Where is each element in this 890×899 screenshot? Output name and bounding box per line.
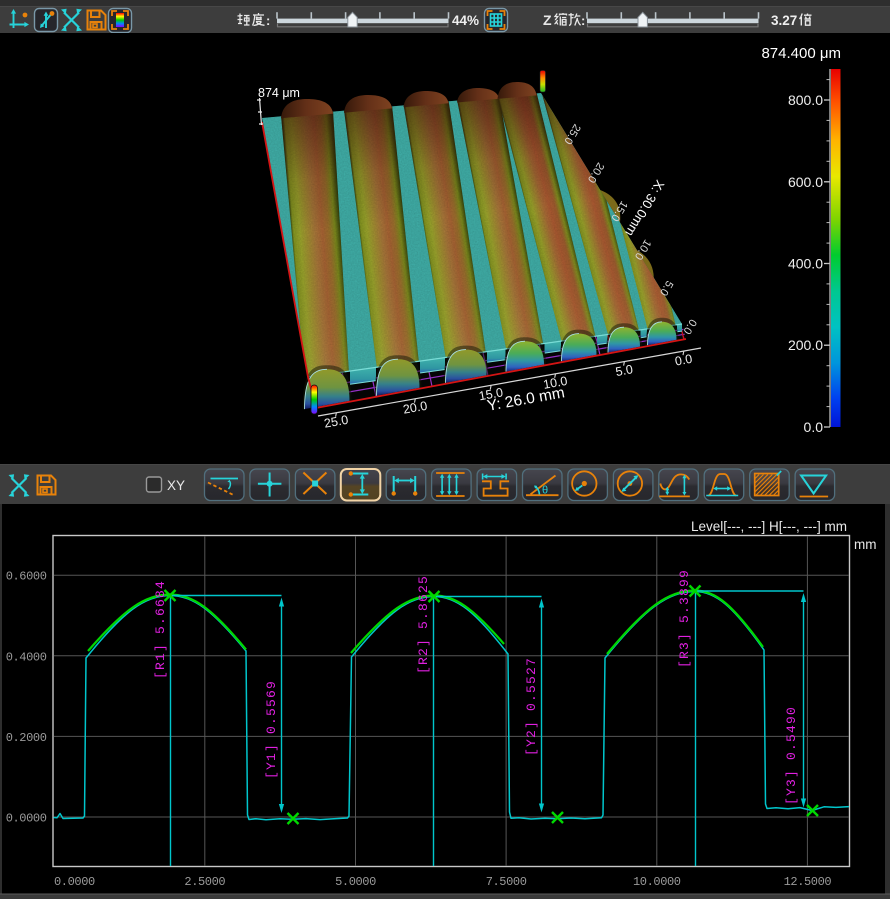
svg-text:0.0: 0.0 bbox=[804, 419, 824, 435]
svg-text:0.0: 0.0 bbox=[674, 352, 694, 369]
svg-text:Level[---, ---] H[---, ---]: Level[---, ---] H[---, ---] mm bbox=[691, 519, 847, 534]
svg-text:[R2] 5.8625: [R2] 5.8625 bbox=[416, 575, 431, 674]
svg-text:mm: mm bbox=[854, 537, 877, 552]
svg-text:[Y2] 0.5527: [Y2] 0.5527 bbox=[524, 657, 539, 756]
svg-text::: : bbox=[581, 13, 585, 28]
svg-text:XY: XY bbox=[167, 478, 185, 493]
svg-text:0.4000: 0.4000 bbox=[6, 650, 47, 664]
svg-text:0.6000: 0.6000 bbox=[6, 570, 47, 584]
svg-text:44%: 44% bbox=[452, 13, 479, 28]
svg-text:0.0000: 0.0000 bbox=[6, 812, 47, 826]
svg-text:[R3] 5.3899: [R3] 5.3899 bbox=[677, 569, 692, 668]
svg-text:3.27: 3.27 bbox=[771, 13, 797, 28]
svg-text:874 μm: 874 μm bbox=[258, 86, 300, 100]
svg-text:[R1] 5.6684: [R1] 5.6684 bbox=[153, 580, 168, 679]
svg-text:[Y1] 0.5569: [Y1] 0.5569 bbox=[264, 680, 279, 779]
svg-text:Z: Z bbox=[543, 12, 552, 28]
svg-text:7.5000: 7.5000 bbox=[486, 875, 527, 889]
svg-text:[Y3] 0.5490: [Y3] 0.5490 bbox=[784, 706, 799, 805]
svg-text:10.0000: 10.0000 bbox=[633, 875, 681, 889]
svg-text:0.0000: 0.0000 bbox=[54, 875, 95, 889]
svg-text::: : bbox=[266, 13, 270, 28]
svg-text:600.0: 600.0 bbox=[788, 174, 823, 190]
svg-text:12.5000: 12.5000 bbox=[784, 875, 832, 889]
svg-text:θ: θ bbox=[542, 485, 548, 497]
svg-text:5.0: 5.0 bbox=[614, 362, 634, 379]
svg-text:0.2000: 0.2000 bbox=[6, 731, 47, 745]
svg-text:400.0: 400.0 bbox=[788, 256, 823, 272]
svg-text:2.5000: 2.5000 bbox=[184, 875, 225, 889]
svg-text:874.400 μm: 874.400 μm bbox=[761, 45, 841, 62]
svg-text:5.0000: 5.0000 bbox=[335, 875, 376, 889]
svg-text:800.0: 800.0 bbox=[788, 92, 823, 108]
svg-text:200.0: 200.0 bbox=[788, 337, 823, 353]
